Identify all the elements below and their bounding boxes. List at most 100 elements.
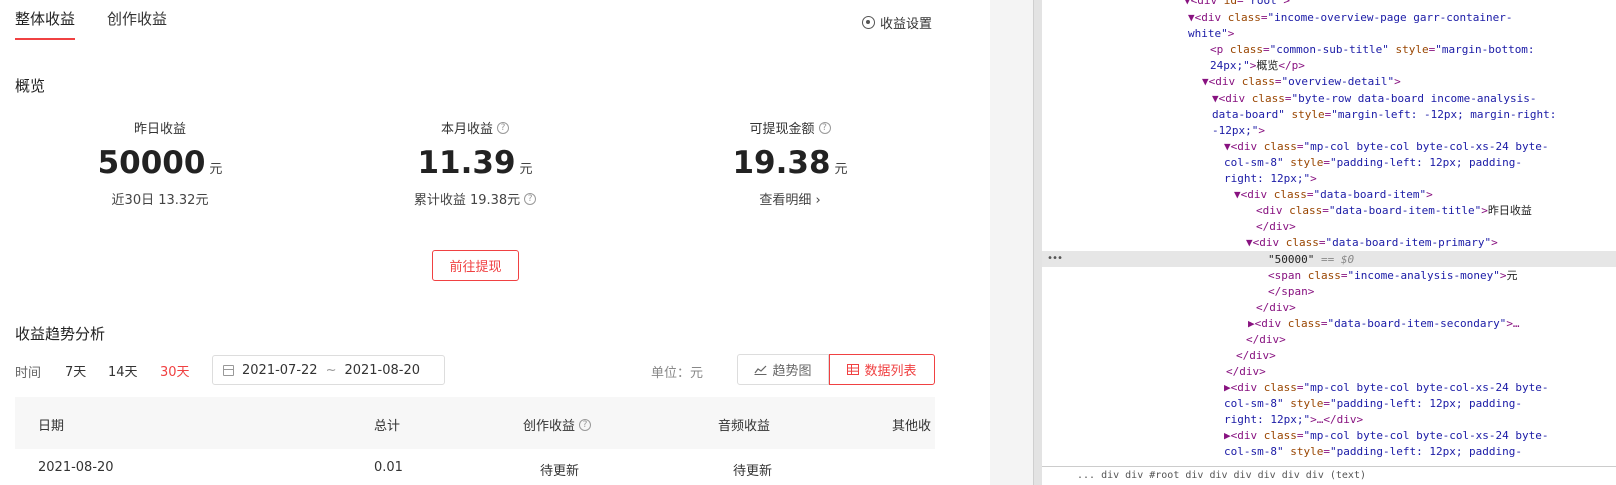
screen: 整体收益 创作收益 收益设置 概览 昨日收益 50000 元 近30日 13.32… <box>0 0 1616 485</box>
dom-token: style <box>1283 397 1324 410</box>
dom-token: 24px;" <box>1210 59 1250 72</box>
dom-node-line[interactable]: </div> <box>1236 349 1276 363</box>
range-14-days[interactable]: 14天 <box>108 361 138 380</box>
tab-overall-income[interactable]: 整体收益 <box>15 8 76 40</box>
withdraw-button[interactable]: 前往提现 <box>432 250 519 281</box>
tab-creation-income[interactable]: 创作收益 <box>107 8 167 40</box>
help-icon[interactable]: ? <box>818 121 831 134</box>
dom-token: style <box>1283 445 1324 458</box>
dom-node-line[interactable]: <p class="common-sub-title" style="margi… <box>1210 43 1535 57</box>
range-30-days[interactable]: 30天 <box>160 361 190 380</box>
dom-token: "income-overview-page garr-container- <box>1267 11 1513 24</box>
dom-token: style <box>1283 156 1324 169</box>
dom-token: class <box>1307 269 1341 282</box>
dom-node-line[interactable]: "50000" == $0 <box>1268 253 1354 267</box>
dom-node-line[interactable]: ▼<div class="mp-col byte-col byte-col-xs… <box>1224 140 1549 154</box>
dom-node-line[interactable]: <span class="income-analysis-money">元 <box>1268 269 1517 283</box>
dom-token: = <box>1237 0 1244 7</box>
dom-node-line[interactable]: <div class="data-board-item-title">昨日收益 <box>1256 204 1532 218</box>
dom-token: "padding-left: 12px; padding- <box>1329 397 1523 410</box>
dom-node-line[interactable]: right: 12px;"> <box>1224 172 1317 186</box>
dom-token: ▼<div <box>1234 188 1274 201</box>
table-header: 日期 总计 创作收益 ? 音频收益 其他收 <box>15 397 935 449</box>
dom-breadcrumbs[interactable]: ... div div #root div div div div div di… <box>1042 466 1616 485</box>
help-icon[interactable]: ? <box>524 192 537 205</box>
dom-node-line[interactable]: </div> <box>1256 220 1296 234</box>
dom-token: </p> <box>1278 59 1305 72</box>
dom-token: <p <box>1210 43 1230 56</box>
dom-token: class <box>1263 140 1297 153</box>
dom-token: </div> <box>1226 365 1266 378</box>
dom-token: "padding-left: 12px; padding- <box>1329 156 1523 169</box>
dom-node-line[interactable]: right: 12px;">…</div> <box>1224 413 1363 427</box>
data-list-toggle[interactable]: 数据列表 <box>829 354 935 385</box>
dom-node-line[interactable]: ▼<div class="data-board-item"> <box>1234 188 1433 202</box>
dom-node-line[interactable]: </div> <box>1256 301 1296 315</box>
dom-token: = <box>1296 140 1304 153</box>
dom-token: > <box>1283 0 1290 7</box>
dom-token: style <box>1284 108 1325 121</box>
board-primary: 19.38 元 <box>640 145 940 181</box>
help-icon[interactable]: ? <box>579 418 592 431</box>
col-date: 日期 <box>38 419 65 434</box>
dom-node-line[interactable]: col-sm-8" style="padding-left: 12px; pad… <box>1224 397 1522 411</box>
dom-token: 元 <box>1506 269 1518 282</box>
trend-chart-label: 趋势图 <box>772 364 812 379</box>
board-primary: 11.39 元 <box>325 145 625 181</box>
board-title-label: 昨日收益 <box>133 122 186 137</box>
dom-node-line[interactable]: ▶<div class="data-board-item-secondary">… <box>1248 317 1520 331</box>
dom-node-line[interactable]: ▼<div class="byte-row data-board income-… <box>1212 92 1537 106</box>
dom-token: "margin-left: -12px; margin-right: <box>1331 108 1557 121</box>
date-separator: ~ <box>325 362 337 378</box>
dom-node-line[interactable]: ▼<div class="overview-detail"> <box>1202 75 1401 89</box>
dom-token: > <box>1491 236 1498 249</box>
dom-node-line[interactable]: ▼<div class="data-board-item-primary"> <box>1246 236 1498 250</box>
dom-node-line[interactable]: white"> <box>1188 27 1234 41</box>
dom-token: = <box>1296 429 1304 442</box>
dom-token: "income-analysis-money" <box>1347 269 1500 282</box>
dom-token: "mp-col byte-col byte-col-xs-24 byte- <box>1303 381 1549 394</box>
dom-token: = <box>1296 381 1304 394</box>
page-gutter <box>990 0 1033 485</box>
dom-token: "root" <box>1243 0 1284 7</box>
dom-token: class <box>1263 429 1297 442</box>
dom-token: = <box>1323 445 1330 458</box>
calendar-icon <box>223 364 234 376</box>
dom-token: > <box>1227 27 1235 40</box>
range-7-days[interactable]: 7天 <box>65 361 86 380</box>
data-board-yesterday: 昨日收益 50000 元 近30日 13.32元 <box>10 118 310 208</box>
dom-token: ▼<div <box>1184 0 1224 7</box>
dom-token: col-sm-8" <box>1224 397 1284 410</box>
dom-node-line[interactable]: </div> <box>1226 365 1266 379</box>
dom-token: </span> <box>1268 285 1315 298</box>
dom-token: > <box>1426 188 1433 201</box>
dom-token: class <box>1273 188 1307 201</box>
board-unit: 元 <box>519 162 533 177</box>
dom-token: ▼<div <box>1212 92 1252 105</box>
dom-node-line[interactable]: ▶<div class="mp-col byte-col byte-col-xs… <box>1224 381 1549 395</box>
income-settings-label: 收益设置 <box>880 17 933 32</box>
trend-chart-toggle[interactable]: 趋势图 <box>737 354 829 385</box>
help-icon[interactable]: ? <box>497 121 509 134</box>
view-details-link[interactable]: 查看明细 › <box>640 189 940 208</box>
board-secondary-label: 近30日 13.32元 <box>111 193 209 208</box>
dom-node-line[interactable]: ▼<div class="income-overview-page garr-c… <box>1188 11 1513 25</box>
devtools-resize-handle[interactable] <box>1033 0 1042 485</box>
trend-title: 收益趋势分析 <box>15 325 106 343</box>
dom-node-line[interactable]: 24px;">概览</p> <box>1210 59 1305 73</box>
dom-token: "data-board-item-secondary" <box>1327 317 1507 330</box>
dom-node-line[interactable]: ▼<div id="root"> <box>1184 0 1290 8</box>
board-value: 19.38 <box>732 145 831 181</box>
dom-node-line[interactable]: ▶<div class="mp-col byte-col byte-col-xs… <box>1224 429 1549 443</box>
dom-node-line[interactable]: -12px;"> <box>1212 124 1265 138</box>
income-settings-button[interactable]: 收益设置 <box>862 13 932 32</box>
date-range-picker[interactable]: 2021-07-22 ~ 2021-08-20 <box>212 355 445 385</box>
dom-token: = <box>1306 188 1314 201</box>
dom-node-line[interactable]: data-board" style="margin-left: -12px; m… <box>1212 108 1556 122</box>
more-options-icon[interactable]: ••• <box>1047 253 1063 264</box>
dom-node-line[interactable]: col-sm-8" style="padding-left: 12px; pad… <box>1224 156 1522 170</box>
dom-node-line[interactable]: col-sm-8" style="padding-left: 12px; pad… <box>1224 445 1522 459</box>
dom-node-line[interactable]: </div> <box>1246 333 1286 347</box>
dom-token: >…</div> <box>1310 413 1364 426</box>
dom-node-line[interactable]: </span> <box>1268 285 1314 299</box>
